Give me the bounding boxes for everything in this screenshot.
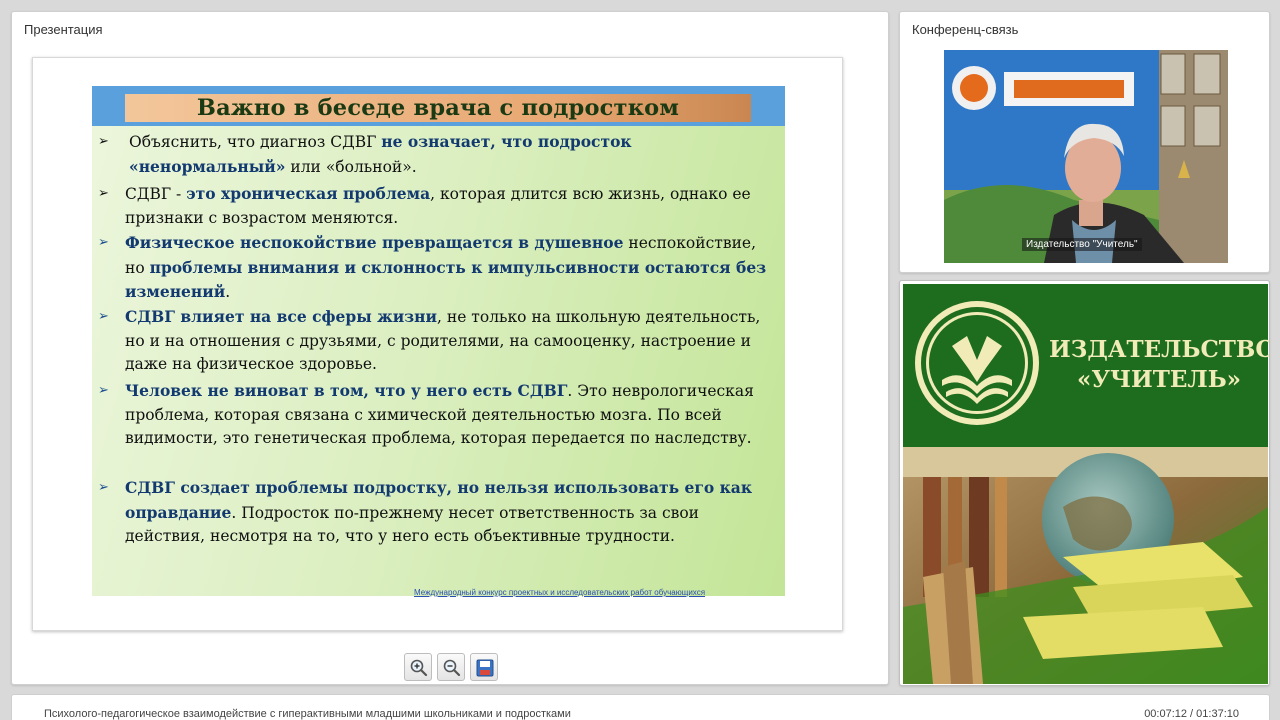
bullet-text: СДВГ - это хроническая проблема, которая… bbox=[125, 182, 778, 230]
webinar-title: Психолого-педагогическое взаимодействие … bbox=[44, 708, 571, 720]
publisher-name-line1: ИЗДАТЕЛЬСТВО bbox=[1049, 336, 1270, 363]
publisher-panel: ИЗДАТЕЛЬСТВО «УЧИТЕЛЬ» bbox=[899, 280, 1270, 686]
zoom-out-icon bbox=[443, 659, 461, 677]
slide: Важно в беседе врача с подростком ➢ Объя… bbox=[92, 86, 785, 597]
video-caption: Издательство "Учитель" bbox=[1022, 238, 1142, 251]
bullet-text: Объяснить, что диагноз СДВГ не означает,… bbox=[129, 130, 778, 179]
slide-bullet: ➢ СДВГ влияет на все сферы жизни, не тол… bbox=[98, 305, 778, 377]
slide-bullet: ➢ Физическое неспокойствие превращается … bbox=[98, 231, 778, 305]
conference-panel: Конференц-связь Издательство "Учитель" bbox=[899, 11, 1270, 273]
body-text: Объяснить, что диагноз СДВГ bbox=[129, 133, 382, 151]
bullet-text: СДВГ влияет на все сферы жизни, не тольк… bbox=[125, 305, 778, 377]
bullet-text: СДВГ создает проблемы подростку, но нель… bbox=[125, 476, 778, 549]
slide-footer-link[interactable]: Международный конкурс проектных и исслед… bbox=[414, 588, 705, 597]
slide-bullet: ➢ Человек не виноват в том, что у него е… bbox=[98, 379, 778, 451]
zoom-out-button[interactable] bbox=[437, 653, 465, 681]
bullet-arrow-icon: ➢ bbox=[98, 235, 109, 250]
body-text: или «больной». bbox=[285, 157, 417, 176]
highlighted-text: Физическое неспокойствие превращается в … bbox=[125, 233, 624, 252]
highlighted-text: это хроническая проблема bbox=[186, 184, 431, 203]
slide-title: Важно в беседе врача с подростком bbox=[196, 95, 680, 121]
playback-time: 00:07:12 / 01:37:10 bbox=[1144, 708, 1239, 720]
footer-bar: Психолого-педагогическое взаимодействие … bbox=[11, 694, 1270, 720]
books-globe-icon bbox=[903, 447, 1268, 684]
bullet-arrow-icon: ➢ bbox=[98, 383, 109, 398]
publisher-image bbox=[903, 447, 1268, 684]
publisher-banner: ИЗДАТЕЛЬСТВО «УЧИТЕЛЬ» bbox=[903, 284, 1270, 447]
bullet-text: Человек не виноват в том, что у него ест… bbox=[125, 379, 778, 451]
highlighted-text: проблемы внимания и склонность к импульс… bbox=[125, 257, 767, 302]
save-icon bbox=[476, 659, 494, 677]
speaker-video-icon bbox=[944, 50, 1228, 263]
save-button[interactable] bbox=[470, 653, 498, 681]
conference-panel-title: Конференц-связь bbox=[912, 22, 1019, 37]
zoom-in-icon bbox=[410, 659, 428, 677]
bullet-arrow-icon: ➢ bbox=[98, 309, 109, 324]
zoom-in-button[interactable] bbox=[404, 653, 432, 681]
bullet-arrow-icon: ➢ bbox=[98, 134, 109, 149]
slide-bullet: ➢ СДВГ создает проблемы подростку, но не… bbox=[98, 476, 778, 549]
body-text: . bbox=[225, 283, 231, 301]
video-feed[interactable]: Издательство "Учитель" bbox=[944, 50, 1228, 263]
slide-bullet: ➢ СДВГ - это хроническая проблема, котор… bbox=[98, 182, 778, 230]
bullet-arrow-icon: ➢ bbox=[98, 480, 109, 495]
highlighted-text: Человек не виноват в том, что у него ест… bbox=[125, 381, 568, 400]
bullet-text: Физическое неспокойствие превращается в … bbox=[125, 231, 778, 305]
highlighted-text: СДВГ влияет на все сферы жизни bbox=[125, 307, 438, 326]
publisher-name-line2: «УЧИТЕЛЬ» bbox=[1076, 366, 1242, 393]
bullet-arrow-icon: ➢ bbox=[98, 186, 109, 201]
slide-viewer[interactable]: Важно в беседе врача с подростком ➢ Объя… bbox=[32, 57, 843, 631]
presentation-panel: Презентация Важно в беседе врача с подро… bbox=[11, 11, 889, 685]
body-text: СДВГ - bbox=[125, 185, 187, 203]
presentation-panel-title: Презентация bbox=[24, 22, 103, 37]
publisher-logo-icon bbox=[915, 301, 1039, 425]
slide-bullet: ➢ Объяснить, что диагноз СДВГ не означае… bbox=[98, 130, 778, 179]
slide-title-box: Важно в беседе врача с подростком bbox=[125, 94, 751, 122]
